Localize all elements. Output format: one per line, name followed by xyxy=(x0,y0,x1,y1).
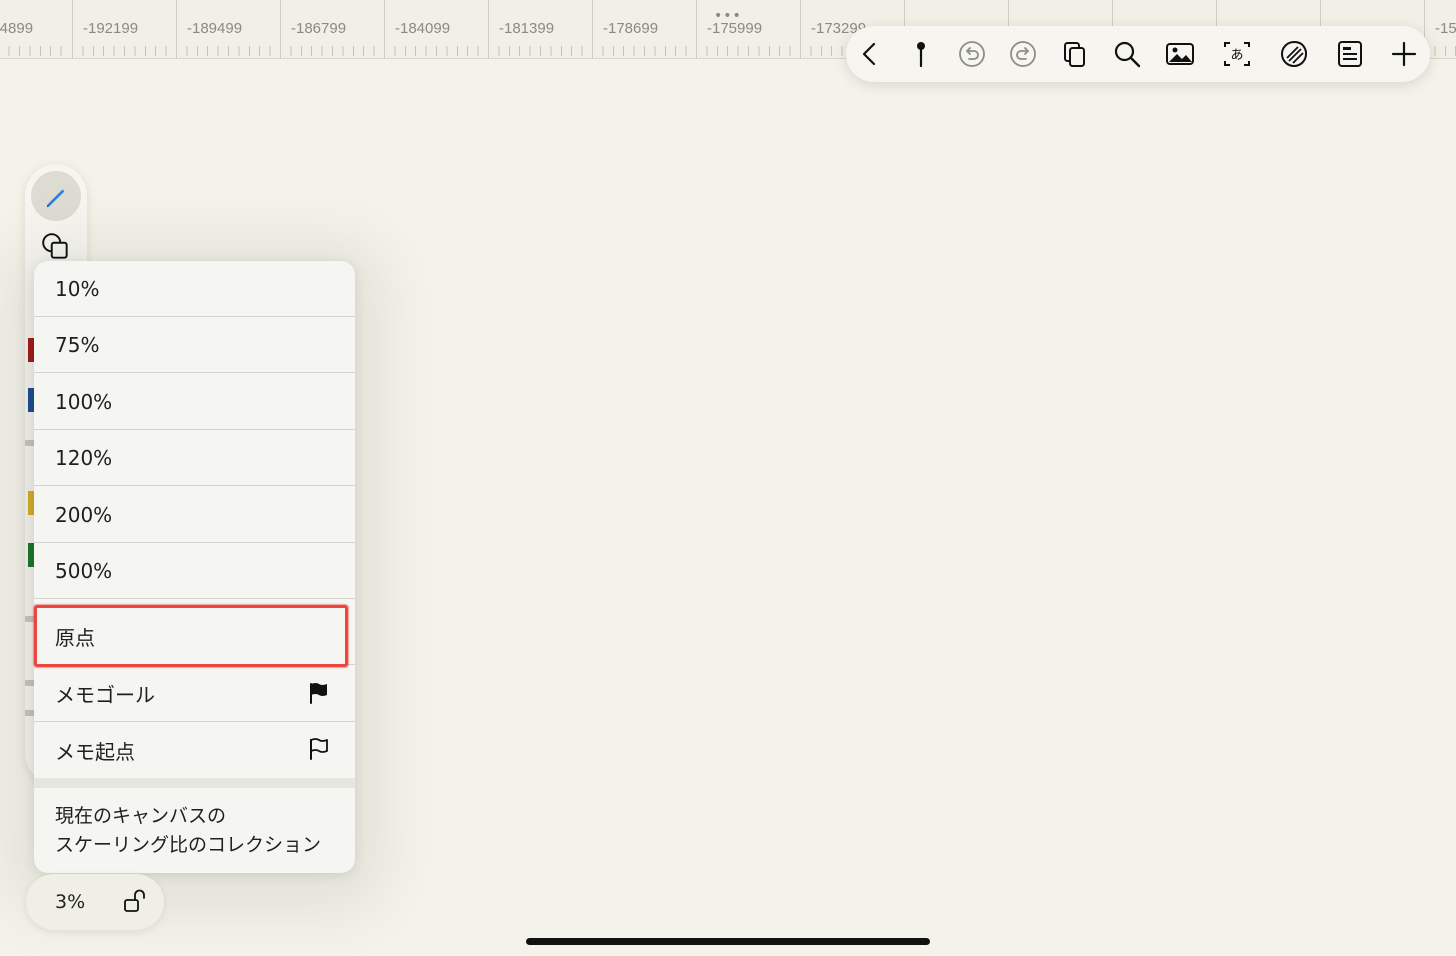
ruler-segment: -194899 xyxy=(0,0,71,58)
menu-item-120[interactable]: 120% xyxy=(34,430,355,486)
zoom-menu: 10% 75% 100% 120% 200% 500% 原点 メモゴール メモ起… xyxy=(34,261,355,873)
menu-item-label: メモゴール xyxy=(55,683,155,707)
menu-item-label: 75% xyxy=(55,332,100,357)
menu-separator xyxy=(34,778,355,788)
menu-item-label: 200% xyxy=(55,502,113,527)
menu-item-label: 500% xyxy=(55,558,113,583)
menu-item-10[interactable]: 10% xyxy=(34,261,355,317)
ruler-label: -181399 xyxy=(499,20,555,37)
ruler-segment: -192199 xyxy=(72,0,176,58)
flag-outline-icon xyxy=(310,738,328,760)
top-toolbar: あ xyxy=(846,26,1430,82)
ruler-segment: -178699 xyxy=(592,0,696,58)
ruler-label: -184099 xyxy=(395,20,451,37)
svg-text:あ: あ xyxy=(1230,48,1243,63)
home-indicator[interactable] xyxy=(526,938,930,945)
flag-filled-icon xyxy=(310,683,327,704)
ruler-segment: -175999 xyxy=(696,0,800,58)
ruler-label: -192199 xyxy=(83,20,139,37)
image-icon[interactable] xyxy=(1162,36,1198,72)
redo-icon[interactable] xyxy=(1005,36,1041,72)
sticker-icon[interactable] xyxy=(1276,36,1312,72)
menu-item-memo-goal[interactable]: メモゴール xyxy=(34,666,355,722)
ruler-segment: -184099 xyxy=(384,0,488,58)
text-recognition-icon[interactable]: あ xyxy=(1219,36,1255,72)
ruler-label: -194899 xyxy=(0,20,34,37)
footer-line-2: スケーリング比のコレクション xyxy=(55,834,322,856)
back-icon[interactable] xyxy=(852,36,888,72)
menu-item-100[interactable]: 100% xyxy=(34,374,355,430)
annotation-highlight xyxy=(34,605,348,667)
menu-item-label: 10% xyxy=(55,276,100,301)
footer-line-1: 現在のキャンバスの xyxy=(55,805,227,827)
menu-item-label: 120% xyxy=(55,445,113,470)
note-icon[interactable] xyxy=(1332,36,1368,72)
undo-icon[interactable] xyxy=(954,36,990,72)
menu-item-75[interactable]: 75% xyxy=(34,317,355,373)
copy-icon[interactable] xyxy=(1057,36,1093,72)
add-icon[interactable] xyxy=(1386,36,1422,72)
pencil-icon[interactable] xyxy=(31,171,81,221)
ruler-label: -15 xyxy=(1435,20,1456,37)
more-dots-icon[interactable]: ••• xyxy=(714,8,742,24)
ruler-label: -189499 xyxy=(187,20,243,37)
ruler-label: -178699 xyxy=(603,20,659,37)
menu-item-memo-start[interactable]: メモ起点 xyxy=(34,722,355,778)
menu-item-label: 100% xyxy=(55,389,113,414)
zoom-control[interactable]: 3% xyxy=(26,874,164,930)
ruler-segment: -186799 xyxy=(280,0,384,58)
menu-item-500[interactable]: 500% xyxy=(34,543,355,599)
zoom-value[interactable]: 3% xyxy=(55,891,85,913)
menu-footer-caption: 現在のキャンバスの スケーリング比のコレクション xyxy=(55,802,345,860)
unlock-icon[interactable] xyxy=(122,888,148,914)
search-icon[interactable] xyxy=(1109,36,1145,72)
ruler-label: -186799 xyxy=(291,20,347,37)
menu-item-200[interactable]: 200% xyxy=(34,487,355,543)
pin-icon[interactable] xyxy=(903,36,939,72)
ruler-segment: -181399 xyxy=(488,0,592,58)
menu-item-label: メモ起点 xyxy=(55,739,135,764)
ruler-segment: -189499 xyxy=(176,0,280,58)
